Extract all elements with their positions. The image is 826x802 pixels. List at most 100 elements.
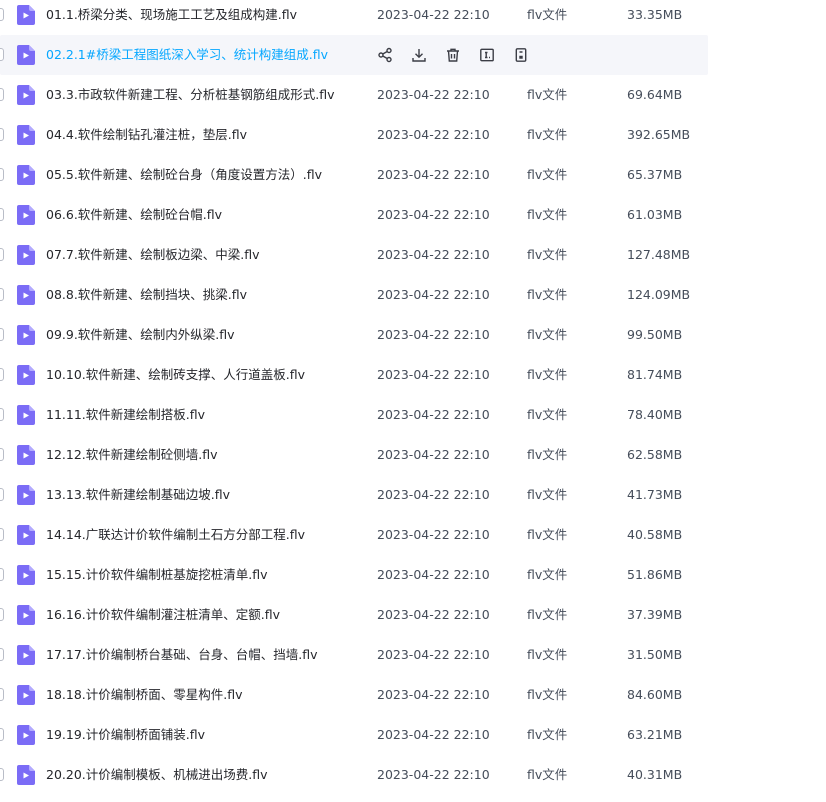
file-row[interactable]: 04.4.软件绘制钻孔灌注桩，垫层.flv 2023-04-22 22:10 flv… xyxy=(0,115,708,155)
video-file-icon xyxy=(17,125,35,145)
file-name[interactable]: 14.14.广联达计价软件编制土石方分部工程.flv xyxy=(46,515,305,555)
row-checkbox[interactable] xyxy=(0,248,4,261)
file-name[interactable]: 01.1.桥梁分类、现场施工工艺及组成构建.flv xyxy=(46,0,297,35)
file-name[interactable]: 08.8.软件新建、绘制挡块、挑梁.flv xyxy=(46,275,247,315)
file-type: flv文件 xyxy=(527,447,568,462)
row-checkbox[interactable] xyxy=(0,528,4,541)
file-row[interactable]: 03.3.市政软件新建工程、分析桩基钢筋组成形式.flv 2023-04-22 2… xyxy=(0,75,708,115)
file-row[interactable]: 02.2.1#桥梁工程图纸深入学习、统计构建组成.flv xyxy=(0,35,708,75)
file-row[interactable]: 20.20.计价编制模板、机械进出场费.flv 2023-04-22 22:10 f… xyxy=(0,755,708,795)
row-checkbox[interactable] xyxy=(0,648,4,661)
file-type: flv文件 xyxy=(527,207,568,222)
file-name[interactable]: 06.6.软件新建、绘制砼台帽.flv xyxy=(46,195,222,235)
file-date: 2023-04-22 22:10 xyxy=(377,727,490,742)
rename-icon[interactable] xyxy=(478,46,496,64)
video-file-icon xyxy=(17,645,35,665)
file-row[interactable]: 05.5.软件新建、绘制砼台身（角度设置方法）.flv 2023-04-22 22… xyxy=(0,155,708,195)
file-type: flv文件 xyxy=(527,87,568,102)
file-date: 2023-04-22 22:10 xyxy=(377,607,490,622)
file-size: 61.03MB xyxy=(627,207,683,222)
delete-icon[interactable] xyxy=(444,46,462,64)
file-row[interactable]: 13.13.软件新建绘制基础边坡.flv 2023-04-22 22:10 flv文… xyxy=(0,475,708,515)
download-icon[interactable] xyxy=(410,46,428,64)
file-name[interactable]: 20.20.计价编制模板、机械进出场费.flv xyxy=(46,755,268,795)
file-row[interactable]: 17.17.计价编制桥台基础、台身、台帽、挡墙.flv 2023-04-22 22… xyxy=(0,635,708,675)
file-size: 33.35MB xyxy=(627,7,683,22)
file-row[interactable]: 06.6.软件新建、绘制砼台帽.flv 2023-04-22 22:10 flv文件… xyxy=(0,195,708,235)
file-size: 31.50MB xyxy=(627,647,683,662)
row-checkbox[interactable] xyxy=(0,208,4,221)
file-name[interactable]: 13.13.软件新建绘制基础边坡.flv xyxy=(46,475,230,515)
file-row[interactable]: 01.1.桥梁分类、现场施工工艺及组成构建.flv 2023-04-22 22:1… xyxy=(0,0,708,35)
file-name[interactable]: 03.3.市政软件新建工程、分析桩基钢筋组成形式.flv xyxy=(46,75,335,115)
row-checkbox[interactable] xyxy=(0,8,4,21)
file-date: 2023-04-22 22:10 xyxy=(377,767,490,782)
row-checkbox[interactable] xyxy=(0,728,4,741)
video-file-icon xyxy=(17,525,35,545)
row-checkbox[interactable] xyxy=(0,608,4,621)
row-checkbox[interactable] xyxy=(0,568,4,581)
file-name[interactable]: 12.12.软件新建绘制砼侧墙.flv xyxy=(46,435,218,475)
file-type: flv文件 xyxy=(527,407,568,422)
row-checkbox[interactable] xyxy=(0,488,4,501)
file-name[interactable]: 16.16.计价软件编制灌注桩清单、定额.flv xyxy=(46,595,280,635)
file-size: 51.86MB xyxy=(627,567,683,582)
video-file-icon xyxy=(17,605,35,625)
file-name[interactable]: 04.4.软件绘制钻孔灌注桩，垫层.flv xyxy=(46,115,247,155)
file-size: 40.31MB xyxy=(627,767,683,782)
file-date: 2023-04-22 22:10 xyxy=(377,207,490,222)
row-checkbox[interactable] xyxy=(0,88,4,101)
row-checkbox[interactable] xyxy=(0,768,4,781)
file-row[interactable]: 18.18.计价编制桥面、零星构件.flv 2023-04-22 22:10 flv… xyxy=(0,675,708,715)
file-date: 2023-04-22 22:10 xyxy=(377,687,490,702)
file-name[interactable]: 10.10.软件新建、绘制砖支撑、人行道盖板.flv xyxy=(46,355,305,395)
file-date: 2023-04-22 22:10 xyxy=(377,447,490,462)
video-file-icon xyxy=(17,725,35,745)
file-name[interactable]: 07.7.软件新建、绘制板边梁、中梁.flv xyxy=(46,235,260,275)
video-file-icon xyxy=(17,365,35,385)
row-checkbox[interactable] xyxy=(0,448,4,461)
file-date: 2023-04-22 22:10 xyxy=(377,287,490,302)
file-row[interactable]: 19.19.计价编制桥面铺装.flv 2023-04-22 22:10 flv文件 6… xyxy=(0,715,708,755)
file-name[interactable]: 02.2.1#桥梁工程图纸深入学习、统计构建组成.flv xyxy=(46,35,328,75)
file-name[interactable]: 19.19.计价编制桥面铺装.flv xyxy=(46,715,205,755)
row-checkbox[interactable] xyxy=(0,368,4,381)
file-list: 01.1.桥梁分类、现场施工工艺及组成构建.flv 2023-04-22 22:1… xyxy=(0,0,826,795)
file-row[interactable]: 14.14.广联达计价软件编制土石方分部工程.flv 2023-04-22 22:… xyxy=(0,515,708,555)
more-icon[interactable] xyxy=(512,46,530,64)
file-type: flv文件 xyxy=(527,127,568,142)
file-row[interactable]: 08.8.软件新建、绘制挡块、挑梁.flv 2023-04-22 22:10 flv… xyxy=(0,275,708,315)
file-size: 78.40MB xyxy=(627,407,683,422)
file-name[interactable]: 09.9.软件新建、绘制内外纵梁.flv xyxy=(46,315,235,355)
file-name[interactable]: 05.5.软件新建、绘制砼台身（角度设置方法）.flv xyxy=(46,155,322,195)
file-row[interactable]: 07.7.软件新建、绘制板边梁、中梁.flv 2023-04-22 22:10 fl… xyxy=(0,235,708,275)
row-checkbox[interactable] xyxy=(0,688,4,701)
file-row[interactable]: 15.15.计价软件编制桩基旋挖桩清单.flv 2023-04-22 22:10 f… xyxy=(0,555,708,595)
row-checkbox[interactable] xyxy=(0,288,4,301)
file-size: 63.21MB xyxy=(627,727,683,742)
video-file-icon xyxy=(17,165,35,185)
row-checkbox[interactable] xyxy=(0,48,4,61)
file-date: 2023-04-22 22:10 xyxy=(377,367,490,382)
video-file-icon xyxy=(17,565,35,585)
file-size: 124.09MB xyxy=(627,287,691,302)
share-icon[interactable] xyxy=(376,46,394,64)
file-name[interactable]: 11.11.软件新建绘制搭板.flv xyxy=(46,395,205,435)
file-size: 40.58MB xyxy=(627,527,683,542)
file-name[interactable]: 18.18.计价编制桥面、零星构件.flv xyxy=(46,675,243,715)
file-row[interactable]: 09.9.软件新建、绘制内外纵梁.flv 2023-04-22 22:10 flv文… xyxy=(0,315,708,355)
file-row[interactable]: 12.12.软件新建绘制砼侧墙.flv 2023-04-22 22:10 flv文件… xyxy=(0,435,708,475)
row-checkbox[interactable] xyxy=(0,408,4,421)
row-checkbox[interactable] xyxy=(0,128,4,141)
file-name[interactable]: 15.15.计价软件编制桩基旋挖桩清单.flv xyxy=(46,555,268,595)
row-checkbox[interactable] xyxy=(0,168,4,181)
file-row[interactable]: 16.16.计价软件编制灌注桩清单、定额.flv 2023-04-22 22:10… xyxy=(0,595,708,635)
file-size: 127.48MB xyxy=(627,247,691,262)
file-date: 2023-04-22 22:10 xyxy=(377,487,490,502)
video-file-icon xyxy=(17,485,35,505)
file-size: 69.64MB xyxy=(627,87,683,102)
file-row[interactable]: 10.10.软件新建、绘制砖支撑、人行道盖板.flv 2023-04-22 22:… xyxy=(0,355,708,395)
row-checkbox[interactable] xyxy=(0,328,4,341)
file-row[interactable]: 11.11.软件新建绘制搭板.flv 2023-04-22 22:10 flv文件 7… xyxy=(0,395,708,435)
file-name[interactable]: 17.17.计价编制桥台基础、台身、台帽、挡墙.flv xyxy=(46,635,318,675)
